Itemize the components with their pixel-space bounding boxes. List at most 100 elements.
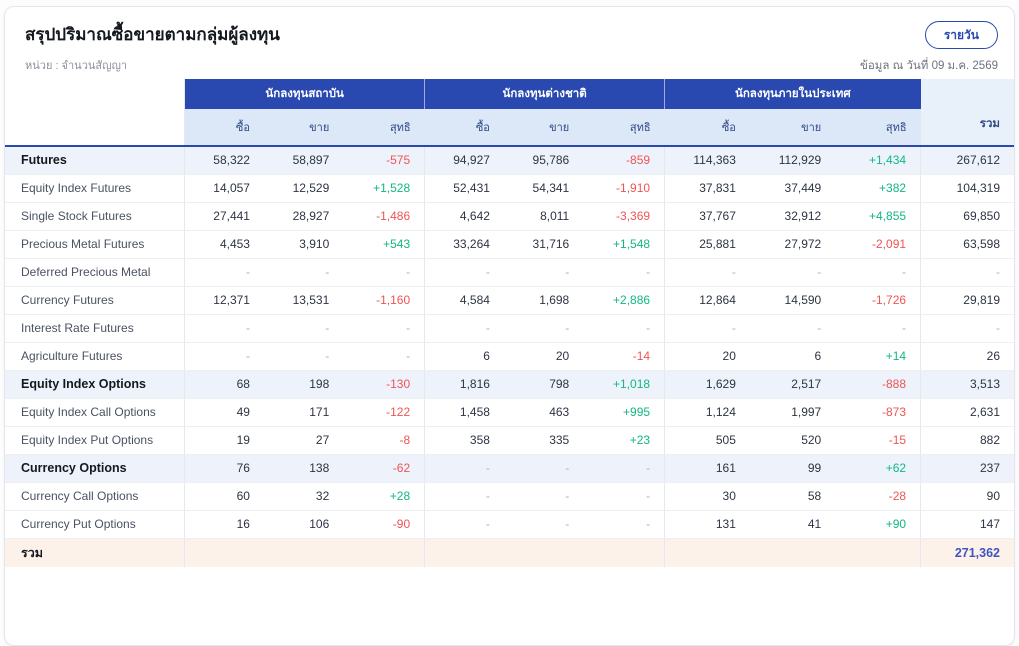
value-cell: -130 — [343, 370, 424, 398]
empty-cell — [750, 538, 835, 567]
value-cell: 58,897 — [264, 146, 343, 174]
table-row: Single Stock Futures27,44128,927-1,4864,… — [5, 202, 1014, 230]
value-cell: -873 — [835, 398, 920, 426]
row-label: Currency Futures — [5, 286, 185, 314]
value-cell: 1,124 — [665, 398, 750, 426]
card-header: สรุปปริมาณซื้อขายตามกลุ่มผู้ลงทุน หน่วย … — [5, 7, 1014, 79]
value-cell: 37,767 — [665, 202, 750, 230]
value-cell: 8,011 — [504, 202, 583, 230]
row-label: Currency Options — [5, 454, 185, 482]
row-total-cell: 104,319 — [921, 174, 1014, 202]
value-cell: +28 — [343, 482, 424, 510]
row-total-cell: 69,850 — [921, 202, 1014, 230]
grand-total-row: รวม271,362 — [5, 538, 1014, 567]
value-cell: 25,881 — [665, 230, 750, 258]
value-cell: - — [835, 314, 920, 342]
value-cell: - — [665, 258, 750, 286]
value-cell: 198 — [264, 370, 343, 398]
row-total-cell: 29,819 — [921, 286, 1014, 314]
value-cell: +995 — [583, 398, 664, 426]
value-cell: 49 — [185, 398, 264, 426]
grand-total-label: รวม — [5, 538, 185, 567]
row-label: Deferred Precious Metal — [5, 258, 185, 286]
total-column-header: รวม — [921, 79, 1014, 146]
value-cell: 33,264 — [425, 230, 504, 258]
label-column-header — [5, 79, 185, 109]
value-cell: 27,972 — [750, 230, 835, 258]
value-cell: - — [504, 258, 583, 286]
empty-cell — [425, 538, 504, 567]
value-cell: - — [425, 482, 504, 510]
table-row: Currency Options76138-62---16199+62237 — [5, 454, 1014, 482]
value-cell: 14,590 — [750, 286, 835, 314]
value-cell: 31,716 — [504, 230, 583, 258]
value-cell: 171 — [264, 398, 343, 426]
value-cell: 112,929 — [750, 146, 835, 174]
value-cell: 13,531 — [264, 286, 343, 314]
value-cell: 27,441 — [185, 202, 264, 230]
value-cell: 20 — [504, 342, 583, 370]
value-cell: 1,698 — [504, 286, 583, 314]
empty-cell — [583, 538, 664, 567]
row-label: Futures — [5, 146, 185, 174]
value-cell: 16 — [185, 510, 264, 538]
value-cell: +382 — [835, 174, 920, 202]
table-row: Currency Call Options6032+28---3058-2890 — [5, 482, 1014, 510]
value-cell: 12,371 — [185, 286, 264, 314]
value-cell: - — [504, 454, 583, 482]
value-cell: - — [583, 510, 664, 538]
value-cell: 37,831 — [665, 174, 750, 202]
row-label: Currency Call Options — [5, 482, 185, 510]
value-cell: +4,855 — [835, 202, 920, 230]
value-cell: 1,997 — [750, 398, 835, 426]
value-cell: -1,486 — [343, 202, 424, 230]
table-row: Futures58,32258,897-57594,92795,786-8591… — [5, 146, 1014, 174]
value-cell: 19 — [185, 426, 264, 454]
table-row: Currency Put Options16106-90---13141+901… — [5, 510, 1014, 538]
value-cell: - — [583, 258, 664, 286]
value-cell: - — [343, 258, 424, 286]
daily-period-button[interactable]: รายวัน — [925, 21, 998, 49]
row-total-cell: - — [921, 258, 1014, 286]
value-cell: 32,912 — [750, 202, 835, 230]
value-cell: 32 — [264, 482, 343, 510]
value-cell: 106 — [264, 510, 343, 538]
value-cell: 520 — [750, 426, 835, 454]
value-cell: - — [750, 258, 835, 286]
value-cell: +1,548 — [583, 230, 664, 258]
group-header-domestic: นักลงทุนภายในประเทศ — [665, 79, 921, 109]
value-cell: 161 — [665, 454, 750, 482]
row-total-cell: 237 — [921, 454, 1014, 482]
value-cell: 505 — [665, 426, 750, 454]
value-cell: +62 — [835, 454, 920, 482]
row-label: Precious Metal Futures — [5, 230, 185, 258]
row-label: Interest Rate Futures — [5, 314, 185, 342]
value-cell: 76 — [185, 454, 264, 482]
value-cell: -3,369 — [583, 202, 664, 230]
value-cell: 138 — [264, 454, 343, 482]
value-cell: - — [665, 314, 750, 342]
group-header-row: นักลงทุนสถาบัน นักลงทุนต่างชาติ นักลงทุน… — [5, 79, 1014, 109]
subheader-net-g0: สุทธิ — [343, 109, 424, 146]
value-cell: 798 — [504, 370, 583, 398]
value-cell: +1,528 — [343, 174, 424, 202]
row-total-cell: 26 — [921, 342, 1014, 370]
group-header-foreign: นักลงทุนต่างชาติ — [425, 79, 665, 109]
value-cell: 6 — [425, 342, 504, 370]
row-total-cell: 90 — [921, 482, 1014, 510]
row-label: Agriculture Futures — [5, 342, 185, 370]
subheader-buy-g1: ซื้อ — [425, 109, 504, 146]
value-cell: - — [583, 314, 664, 342]
group-header-institution: นักลงทุนสถาบัน — [185, 79, 425, 109]
investor-group-table: นักลงทุนสถาบัน นักลงทุนต่างชาติ นักลงทุน… — [5, 79, 1014, 567]
trading-summary-card: สรุปปริมาณซื้อขายตามกลุ่มผู้ลงทุน หน่วย … — [4, 6, 1015, 646]
row-total-cell: 63,598 — [921, 230, 1014, 258]
value-cell: -8 — [343, 426, 424, 454]
value-cell: - — [504, 314, 583, 342]
value-cell: 14,057 — [185, 174, 264, 202]
value-cell: - — [583, 482, 664, 510]
value-cell: - — [343, 314, 424, 342]
value-cell: -1,160 — [343, 286, 424, 314]
sub-header-row: ซื้อขายสุทธิซื้อขายสุทธิซื้อขายสุทธิ — [5, 109, 1014, 146]
value-cell: -2,091 — [835, 230, 920, 258]
